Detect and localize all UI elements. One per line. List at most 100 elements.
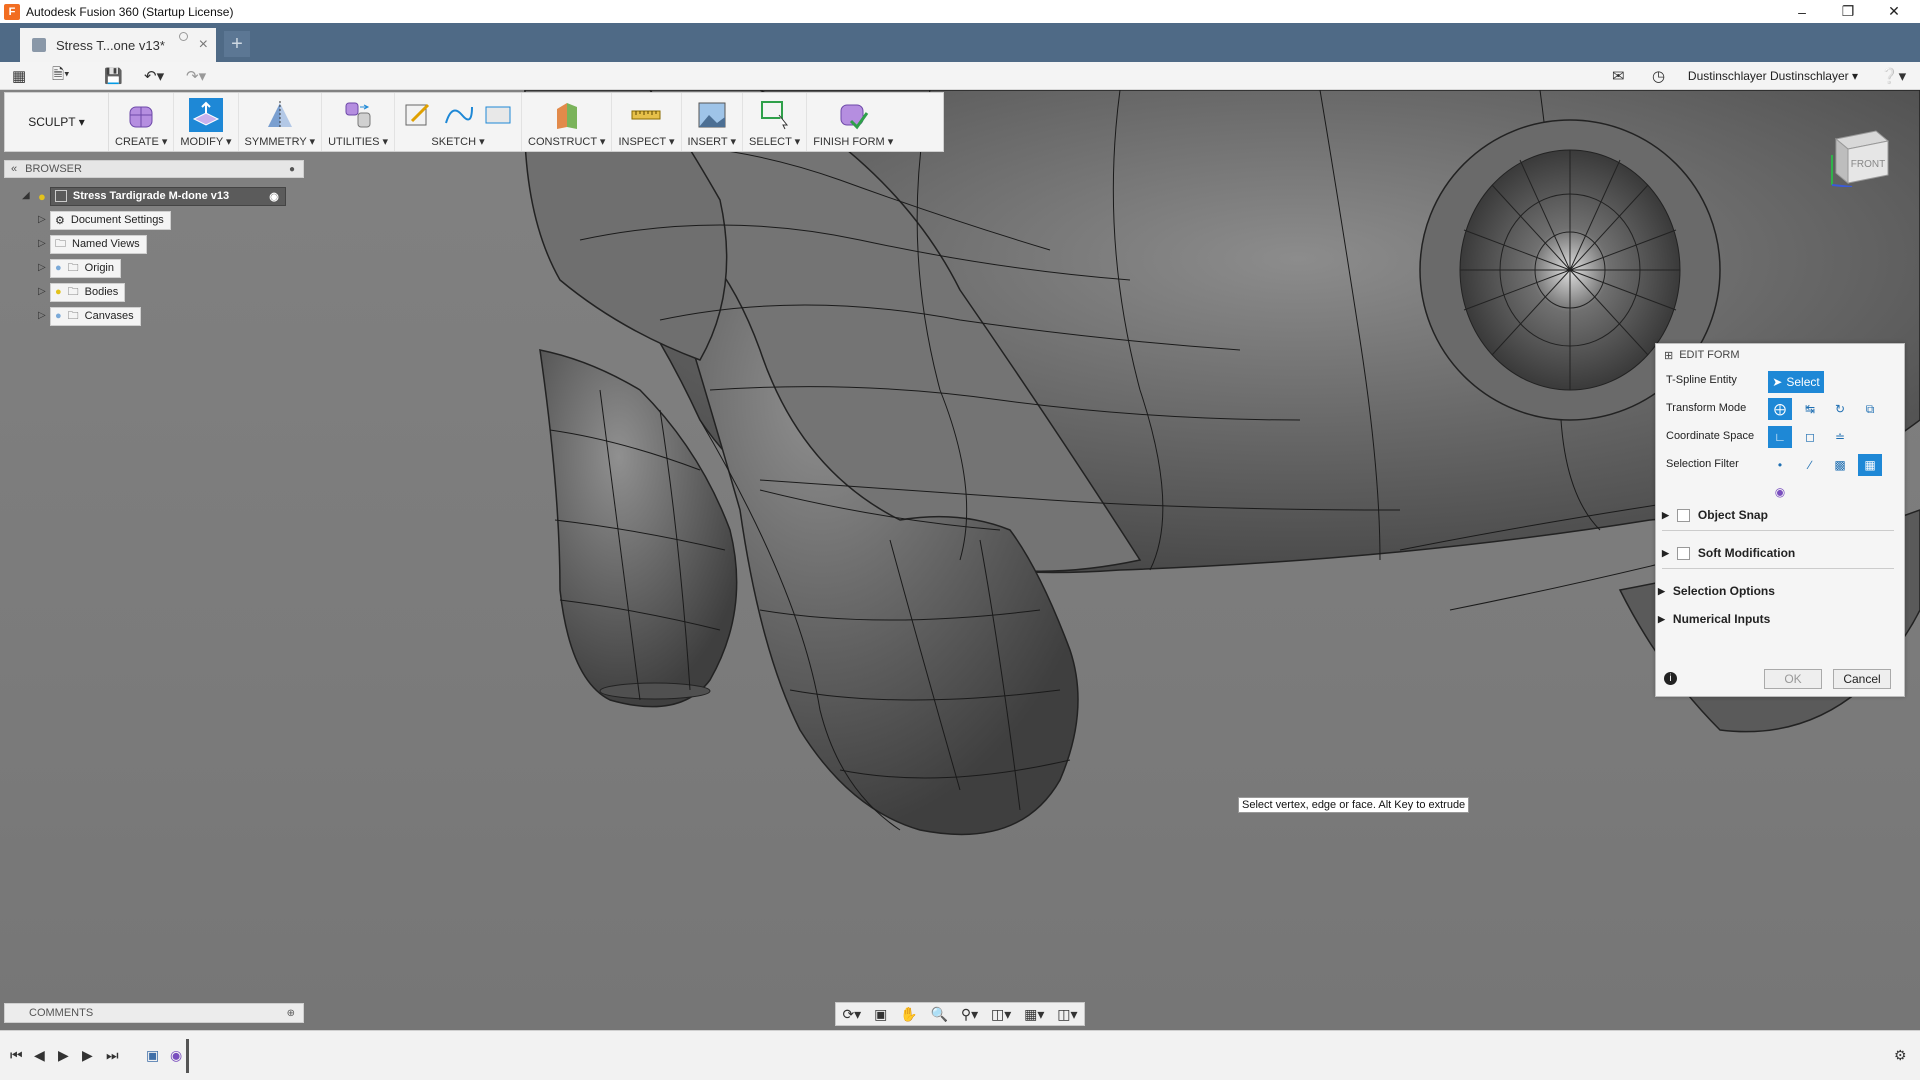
pin-icon[interactable]: ●	[289, 164, 295, 175]
soft-modification-section[interactable]: ▶ Soft Modification	[1662, 546, 1894, 560]
file-menu-button[interactable]: 🗎▾	[52, 66, 70, 86]
document-tab[interactable]: Stress T...one v13* ×	[20, 28, 216, 62]
zoom-icon[interactable]: 🔍	[931, 1006, 948, 1023]
orbit-icon[interactable]: ⟳▾	[842, 1006, 861, 1023]
browser-item-document-settings[interactable]: ▷ ⚙ Document Settings	[38, 210, 171, 230]
translate-button[interactable]: ↹	[1798, 398, 1822, 420]
add-comment-icon[interactable]: ⊕	[287, 1008, 295, 1019]
select-entity-button[interactable]: ➤ Select	[1768, 371, 1824, 393]
restore-button[interactable]: ❐	[1825, 0, 1871, 23]
ruler-icon[interactable]	[629, 98, 663, 132]
play-icon[interactable]: ▶	[58, 1047, 69, 1064]
expand-triangle-icon[interactable]: ▷	[38, 262, 50, 274]
help-button[interactable]: ❔▾	[1880, 66, 1906, 86]
expand-triangle-icon[interactable]: ▷	[38, 310, 50, 322]
create-menu[interactable]: CREATE ▾	[109, 93, 175, 151]
3d-viewport[interactable]	[0, 90, 1920, 1030]
edit-form-icon[interactable]	[188, 98, 223, 132]
canvas-feature-icon[interactable]: ▣	[146, 1047, 159, 1064]
activate-radio-icon[interactable]: ◉	[269, 190, 279, 203]
expand-triangle-icon[interactable]: ▷	[38, 238, 50, 250]
fit-icon[interactable]: ⚲▾	[961, 1006, 978, 1023]
expand-triangle-icon[interactable]: ▶	[1658, 614, 1665, 625]
numerical-inputs-section[interactable]: ▶ Numerical Inputs	[1658, 612, 1894, 626]
symmetry-icon[interactable]	[263, 98, 297, 132]
close-window-button[interactable]: ✕	[1871, 0, 1917, 23]
visibility-bulb-icon[interactable]: ●	[55, 262, 62, 274]
expand-triangle-icon[interactable]: ▶	[1662, 548, 1669, 559]
display-settings-icon[interactable]: ◫▾	[991, 1006, 1011, 1023]
all-filter-button[interactable]: ▦	[1858, 454, 1882, 476]
viewports-icon[interactable]: ◫▾	[1057, 1006, 1077, 1023]
go-to-end-icon[interactable]: ⏭	[106, 1047, 119, 1064]
sketch-menu[interactable]: SKETCH ▾	[395, 93, 522, 151]
symmetry-menu[interactable]: SYMMETRY ▾	[239, 93, 323, 151]
user-account-menu[interactable]: Dustinschlayer Dustinschlayer ▾	[1688, 69, 1858, 83]
save-button[interactable]: 💾	[104, 66, 123, 86]
data-panel-button[interactable]: ▦	[12, 66, 26, 86]
close-tab-icon[interactable]: ×	[199, 36, 208, 54]
inspect-menu[interactable]: INSPECT ▾	[612, 93, 682, 151]
form-feature-icon[interactable]: ◉	[170, 1047, 182, 1064]
redo-button[interactable]: ↷▾	[186, 66, 206, 86]
finish-form-icon[interactable]	[836, 98, 870, 132]
finish-form-menu[interactable]: FINISH FORM ▾	[807, 93, 899, 151]
box-icon[interactable]	[124, 98, 158, 132]
info-icon[interactable]: i	[1664, 672, 1677, 685]
sketch-icon[interactable]	[401, 98, 435, 132]
look-at-icon[interactable]: ▣	[874, 1006, 887, 1023]
collapse-triangle-icon[interactable]: ◢	[22, 190, 34, 202]
soft-modification-checkbox[interactable]	[1676, 546, 1690, 560]
multi-transform-button[interactable]: ⨁	[1768, 398, 1792, 420]
pan-hand-icon[interactable]: ✋	[900, 1006, 917, 1023]
expand-triangle-icon[interactable]: ▶	[1658, 586, 1665, 597]
vertex-filter-button[interactable]: •	[1768, 454, 1792, 476]
workspace-switcher[interactable]: SCULPT ▾	[5, 93, 109, 151]
new-tab-button[interactable]: +	[224, 31, 250, 57]
ok-button[interactable]: OK	[1764, 669, 1822, 689]
browser-item-origin[interactable]: ▷ ● 🗀 Origin	[38, 258, 121, 278]
visibility-bulb-icon[interactable]: ●	[55, 286, 62, 298]
visibility-bulb-icon[interactable]: ●	[38, 189, 46, 204]
body-filter-button[interactable]: ◉	[1768, 481, 1792, 503]
browser-item-bodies[interactable]: ▷ ● 🗀 Bodies	[38, 282, 126, 302]
selection-options-section[interactable]: ▶ Selection Options	[1658, 584, 1894, 598]
undo-button[interactable]: ↶▾	[144, 66, 164, 86]
timeline-marker[interactable]	[186, 1039, 189, 1073]
browser-root-node[interactable]: ◢ ● Stress Tardigrade M-done v13 ◉	[22, 186, 286, 206]
visibility-bulb-icon[interactable]: ●	[55, 310, 62, 322]
insert-menu[interactable]: INSERT ▾	[682, 93, 744, 151]
viewcube[interactable]: FRONT	[1830, 125, 1892, 188]
comments-panel[interactable]: COMMENTS ⊕	[4, 1003, 304, 1023]
select-icon[interactable]	[758, 98, 792, 132]
browser-header[interactable]: « BROWSER ●	[4, 160, 304, 178]
plane-icon[interactable]	[550, 98, 584, 132]
world-space-button[interactable]: ∟	[1768, 426, 1792, 448]
minimize-button[interactable]: –	[1779, 0, 1825, 23]
select-menu[interactable]: SELECT ▾	[743, 93, 808, 151]
rectangle-icon[interactable]	[481, 98, 515, 132]
tspline-model[interactable]	[0, 90, 1920, 1030]
face-filter-button[interactable]: ▩	[1828, 454, 1852, 476]
object-snap-section[interactable]: ▶ Object Snap	[1662, 508, 1894, 522]
cancel-button[interactable]: Cancel	[1833, 669, 1891, 689]
browser-item-named-views[interactable]: ▷ 🗀 Named Views	[38, 234, 147, 254]
view-space-button[interactable]: ◻	[1798, 426, 1822, 448]
browser-item-canvases[interactable]: ▷ ● 🗀 Canvases	[38, 306, 141, 326]
expand-triangle-icon[interactable]: ▶	[1662, 510, 1669, 521]
scale-button[interactable]: ⧉	[1858, 398, 1882, 420]
modify-menu[interactable]: MODIFY ▾	[174, 93, 239, 151]
go-to-start-icon[interactable]: ⏮	[10, 1047, 23, 1064]
grid-settings-icon[interactable]: ▦▾	[1024, 1006, 1044, 1023]
image-icon[interactable]	[695, 98, 729, 132]
local-space-button[interactable]: ≐	[1828, 426, 1852, 448]
construct-menu[interactable]: CONSTRUCT ▾	[522, 93, 613, 151]
rotate-button[interactable]: ↻	[1828, 398, 1852, 420]
spline-icon[interactable]	[441, 98, 475, 132]
job-status-button[interactable]: ◷	[1652, 66, 1665, 86]
collapse-panel-icon[interactable]: «	[11, 163, 17, 175]
collapse-dialog-icon[interactable]: ⊞	[1664, 349, 1673, 362]
timeline-settings-gear-icon[interactable]: ⚙	[1894, 1047, 1907, 1064]
expand-triangle-icon[interactable]: ▷	[38, 286, 50, 298]
step-back-icon[interactable]: ◀	[34, 1047, 45, 1064]
